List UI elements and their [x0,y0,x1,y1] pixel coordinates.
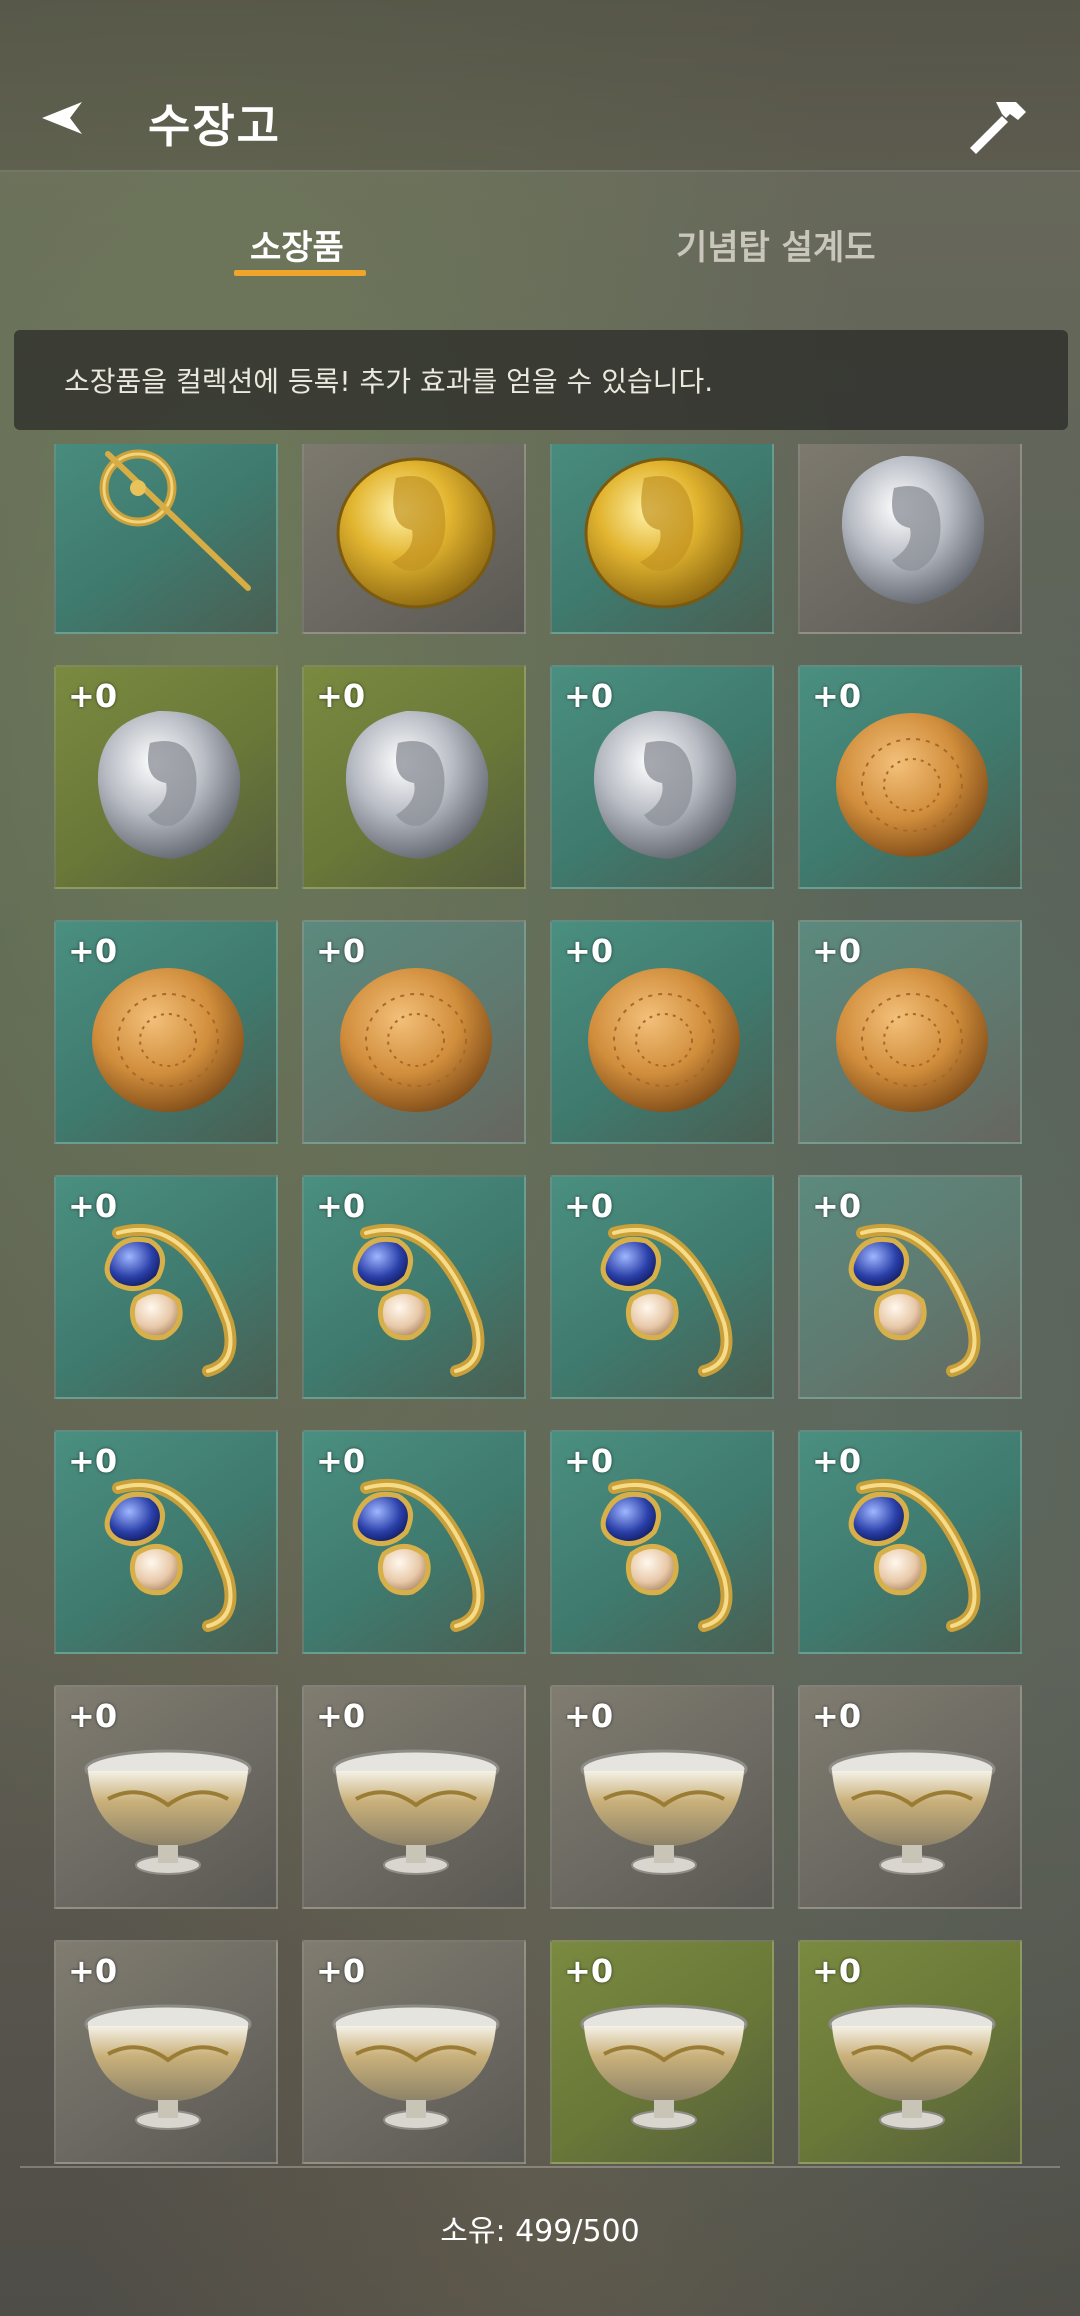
clay-disc-icon [78,948,258,1128]
collection-item[interactable]: +0 [54,1430,278,1654]
collection-item[interactable]: +0 [54,665,278,889]
collection-item[interactable]: +0 [550,1685,774,1909]
collection-item[interactable]: +0 [550,1430,774,1654]
silver-cup-icon [574,1713,754,1893]
silver-coin-icon [822,444,1002,618]
collection-item[interactable]: +0 [54,1685,278,1909]
enhance-level-badge: +0 [564,1697,614,1735]
enhance-level-badge: +0 [812,1697,862,1735]
collection-item[interactable]: +0 [550,1940,774,2164]
enhance-level-badge: +0 [316,1442,366,1480]
active-tab-indicator [234,270,366,276]
enhance-level-badge: +0 [812,1442,862,1480]
enhance-level-badge: +0 [564,932,614,970]
collection-item[interactable]: +0 [302,665,526,889]
silver-cup-icon [574,1968,754,2148]
clay-disc-icon [822,693,1002,873]
gold-coin-icon [574,444,754,618]
enhance-level-badge: +0 [68,1442,118,1480]
silver-cup-icon [78,1968,258,2148]
enhance-level-badge: +0 [316,677,366,715]
hammer-icon[interactable] [966,96,1032,156]
enhance-level-badge: +0 [68,1952,118,1990]
gem-ring-icon [326,1458,506,1638]
collection-item[interactable]: +0 [798,920,1022,1144]
clay-disc-icon [822,948,1002,1128]
collection-item[interactable]: +0 [54,920,278,1144]
collection-item[interactable] [54,444,278,634]
collection-grid-viewport[interactable]: +0 +0 +0 +0 +0 +0 +0 +0 +0 +0 +0 +0 +0 +0 +0 +0 +0 +0 +0 +0… [0,444,1080,2164]
enhance-level-badge: +0 [68,677,118,715]
footer-divider [20,2166,1060,2168]
enhance-level-badge: +0 [812,1952,862,1990]
brooch-icon [78,444,258,618]
gem-ring-icon [822,1203,1002,1383]
clay-disc-icon [574,948,754,1128]
collection-item[interactable]: +0 [302,1685,526,1909]
enhance-level-badge: +0 [812,677,862,715]
collection-item[interactable]: +0 [798,1940,1022,2164]
gem-ring-icon [78,1203,258,1383]
collection-item[interactable]: +0 [550,920,774,1144]
enhance-level-badge: +0 [564,1187,614,1225]
collection-item[interactable] [550,444,774,634]
enhance-level-badge: +0 [68,932,118,970]
enhance-level-badge: +0 [812,1187,862,1225]
enhance-level-badge: +0 [316,932,366,970]
info-banner: 소장품을 컬렉션에 등록! 추가 효과를 얻을 수 있습니다. [14,330,1068,430]
silver-cup-icon [822,1968,1002,2148]
collection-item[interactable]: +0 [550,665,774,889]
enhance-level-badge: +0 [564,1952,614,1990]
info-banner-text: 소장품을 컬렉션에 등록! 추가 효과를 얻을 수 있습니다. [64,365,714,398]
collection-item[interactable] [302,444,526,634]
collection-item[interactable]: +0 [54,1175,278,1399]
tab-monument-blueprints[interactable]: 기념탑 설계도 [676,220,876,269]
enhance-level-badge: +0 [316,1697,366,1735]
collection-item[interactable]: +0 [798,665,1022,889]
enhance-level-badge: +0 [316,1187,366,1225]
silver-coin-icon [78,693,258,873]
gem-ring-icon [326,1203,506,1383]
collection-item[interactable] [798,444,1022,634]
collection-item[interactable]: +0 [302,1175,526,1399]
silver-cup-icon [326,1968,506,2148]
collection-item[interactable]: +0 [550,1175,774,1399]
clay-disc-icon [326,948,506,1128]
enhance-level-badge: +0 [68,1187,118,1225]
silver-cup-icon [78,1713,258,1893]
enhance-level-badge: +0 [812,932,862,970]
collection-item[interactable]: +0 [302,1430,526,1654]
enhance-level-badge: +0 [316,1952,366,1990]
collection-item[interactable]: +0 [302,920,526,1144]
owned-count: 소유: 499/500 [440,2214,640,2249]
gem-ring-icon [574,1458,754,1638]
silver-coin-icon [574,693,754,873]
collection-item[interactable]: +0 [798,1175,1022,1399]
enhance-level-badge: +0 [564,1442,614,1480]
collection-item[interactable]: +0 [798,1685,1022,1909]
page-title: 수장고 [148,99,281,153]
gold-coin-icon [326,444,506,618]
enhance-level-badge: +0 [564,677,614,715]
silver-cup-icon [326,1713,506,1893]
silver-coin-icon [326,693,506,873]
gem-ring-icon [574,1203,754,1383]
enhance-level-badge: +0 [68,1697,118,1735]
back-arrow-icon[interactable] [40,96,84,140]
top-bar: 수장고 [0,0,1080,172]
tab-bar: 소장품 기념탑 설계도 [0,208,1080,288]
collection-item[interactable]: +0 [54,1940,278,2164]
gem-ring-icon [822,1458,1002,1638]
tab-collectibles[interactable]: 소장품 [250,220,344,269]
gem-ring-icon [78,1458,258,1638]
collection-item[interactable]: +0 [798,1430,1022,1654]
collection-item[interactable]: +0 [302,1940,526,2164]
silver-cup-icon [822,1713,1002,1893]
